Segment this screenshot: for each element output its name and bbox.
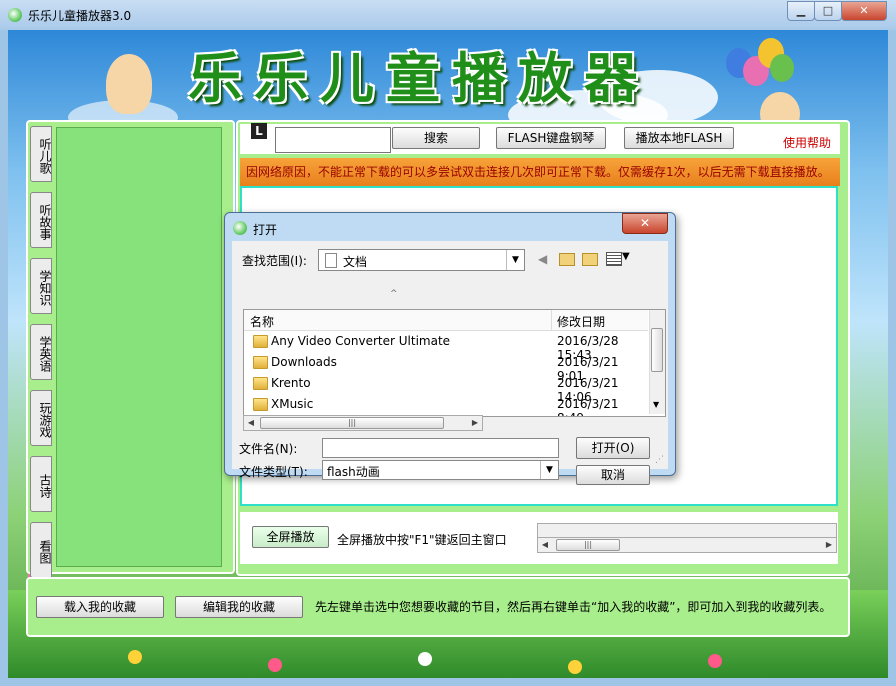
folder-icon (253, 377, 268, 390)
filetype-label: 文件类型(T): (239, 465, 308, 479)
l-button[interactable]: L (251, 123, 267, 139)
column-name[interactable]: 名称 (250, 313, 274, 330)
file-name: Downloads (271, 355, 337, 369)
file-row[interactable]: XMusic 2016/3/21 8:49 (244, 394, 648, 416)
file-list[interactable]: 名称 修改日期 Any Video Converter Ultimate 201… (243, 309, 666, 417)
banner-title: 乐乐儿童播放器 (188, 46, 650, 110)
scroll-left-arrow-icon[interactable]: ◀ (538, 538, 552, 552)
scroll-down-arrow-icon[interactable]: ▼ (653, 400, 659, 409)
filename-input[interactable] (322, 438, 559, 458)
dialog-icon (233, 221, 247, 235)
play-local-flash-button[interactable]: 播放本地FLASH (624, 127, 734, 149)
vscroll-thumb[interactable] (651, 328, 663, 372)
tab-english[interactable]: 学英语 (30, 324, 52, 380)
chevron-down-icon[interactable]: ▼ (540, 461, 558, 479)
tab-stories[interactable]: 听故事 (30, 192, 52, 248)
folder-icon (253, 398, 268, 411)
flash-piano-button[interactable]: FLASH键盘钢琴 (496, 127, 606, 149)
column-modified[interactable]: 修改日期 (557, 313, 605, 330)
search-button[interactable]: 搜索 (392, 127, 480, 149)
filetype-value: flash动画 (327, 465, 380, 479)
minimize-button[interactable]: ▁ (787, 1, 815, 21)
flower-icon (418, 652, 432, 666)
column-divider (551, 310, 552, 330)
file-row[interactable]: Downloads 2016/3/21 9:01 (244, 352, 648, 383)
filename-label: 文件名(N): (239, 442, 298, 456)
file-name: Krento (271, 376, 311, 390)
file-row[interactable]: Krento 2016/3/21 14:06 (244, 373, 648, 404)
hscroll-thumb[interactable]: ||| (260, 417, 444, 429)
filetype-combo[interactable]: flash动画 ▼ (322, 460, 559, 480)
flower-icon (568, 660, 582, 674)
balloon-icon (770, 54, 794, 82)
lookin-label: 查找范围(I): (242, 254, 307, 268)
fullscreen-button[interactable]: 全屏播放 (252, 526, 329, 548)
tab-games[interactable]: 玩游戏 (30, 390, 52, 446)
search-input[interactable] (275, 127, 391, 153)
document-icon (325, 253, 337, 268)
file-list-hscrollbar[interactable]: ◀ ||| ▶ (243, 415, 483, 431)
player-scrollbar[interactable]: ◀ ||| ▶ (537, 537, 837, 553)
chevron-down-icon[interactable]: ▼ (506, 250, 524, 270)
flower-icon (128, 650, 142, 664)
back-arrow-icon[interactable]: ◀ (538, 252, 547, 266)
scroll-right-arrow-icon[interactable]: ▶ (822, 538, 836, 552)
dialog-title: 打开 (253, 223, 278, 237)
file-name: XMusic (271, 397, 314, 411)
new-folder-icon[interactable] (582, 253, 598, 266)
tab-knowledge[interactable]: 学知识 (30, 258, 52, 314)
sort-arrow-icon: ^ (390, 289, 398, 299)
tab-pictures[interactable]: 看图 (30, 522, 52, 578)
scroll-thumb[interactable]: ||| (556, 539, 620, 551)
file-date: 2016/3/21 8:49 (557, 397, 619, 416)
notice-banner: 因网络原因，不能正常下载的可以多尝试双击连接几次即可正常下载。仅需缓存1次，以后… (240, 158, 840, 186)
fullscreen-hint: 全屏播放中按"F1"键返回主窗口 (337, 533, 507, 547)
file-name: Any Video Converter Ultimate (271, 334, 451, 348)
lookin-value: 文档 (343, 255, 368, 269)
app-icon (8, 8, 22, 22)
scroll-right-arrow-icon[interactable]: ▶ (468, 416, 482, 430)
window-title: 乐乐儿童播放器3.0 (28, 9, 132, 23)
child-character-icon (106, 54, 152, 114)
view-menu-icon[interactable] (606, 252, 622, 266)
view-menu-chevron-icon[interactable]: ▼ (622, 251, 630, 262)
file-list-vscrollbar[interactable]: ▼ (649, 310, 665, 414)
lookin-combo[interactable]: 文档 ▼ (318, 249, 525, 271)
up-folder-icon[interactable] (559, 253, 575, 266)
tab-poems[interactable]: 古诗 (30, 456, 52, 512)
folder-icon (253, 335, 268, 348)
file-list-header: 名称 修改日期 (244, 310, 648, 331)
flower-icon (708, 654, 722, 668)
tab-songs[interactable]: 听儿歌 (30, 126, 52, 182)
resize-grip-icon[interactable]: ⋰ (655, 455, 664, 465)
open-dialog: 打开 ✕ 查找范围(I): 文档 ▼ ◀ ▼ ^ 名称 修改日期 Any Vid… (224, 212, 676, 485)
edit-favorites-button[interactable]: 编辑我的收藏 (175, 596, 303, 618)
help-link[interactable]: 使用帮助 (783, 134, 831, 151)
app-window: 乐乐儿童播放器3.0 ▁ □ ✕ 乐乐儿童播放器 听儿歌 听故事 学知识 学英语… (0, 0, 896, 686)
scroll-left-arrow-icon[interactable]: ◀ (244, 416, 258, 430)
load-favorites-button[interactable]: 载入我的收藏 (36, 596, 164, 618)
open-button[interactable]: 打开(O) (576, 437, 650, 459)
flower-icon (268, 658, 282, 672)
cancel-button[interactable]: 取消 (576, 465, 650, 485)
favorites-hint: 先左键单击选中您想要收藏的节目，然后再右键单击“加入我的收藏”，即可加入到我的收… (315, 600, 832, 614)
dialog-body: 查找范围(I): 文档 ▼ ◀ ▼ ^ 名称 修改日期 Any Video Co… (232, 241, 668, 485)
dialog-close-button[interactable]: ✕ (622, 213, 668, 234)
maximize-button[interactable]: □ (814, 1, 842, 21)
title-bar[interactable]: 乐乐儿童播放器3.0 ▁ □ ✕ (0, 0, 896, 30)
folder-icon (253, 356, 268, 369)
program-list[interactable] (56, 127, 222, 567)
file-row[interactable]: Any Video Converter Ultimate 2016/3/28 1… (244, 331, 648, 362)
close-button[interactable]: ✕ (841, 1, 887, 21)
